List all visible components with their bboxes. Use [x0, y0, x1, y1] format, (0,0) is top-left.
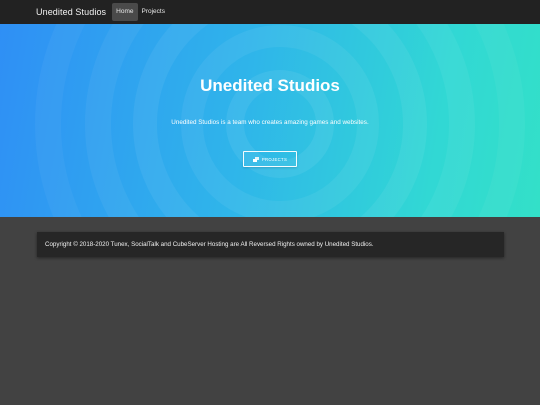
hero-title: Unedited Studios	[200, 76, 340, 95]
hero-section: Unedited Studios Unedited Studios is a t…	[0, 24, 540, 217]
clone-icon	[252, 156, 259, 162]
nav-link-projects[interactable]: Projects	[138, 3, 169, 21]
projects-button[interactable]: PROJECTS	[243, 151, 297, 167]
copyright-text: Copyright © 2018-2020 Tunex, SocialTalk …	[45, 241, 374, 248]
navbar-brand[interactable]: Unedited Studios	[36, 7, 106, 17]
projects-button-label: PROJECTS	[261, 156, 288, 162]
footer-card: Copyright © 2018-2020 Tunex, SocialTalk …	[37, 232, 504, 257]
nav-link-home[interactable]: Home	[112, 3, 138, 21]
nav-links: Home Projects	[112, 3, 169, 21]
top-navbar: Unedited Studios Home Projects	[0, 0, 540, 24]
hero-subtitle: Unedited Studios is a team who creates a…	[171, 119, 369, 126]
